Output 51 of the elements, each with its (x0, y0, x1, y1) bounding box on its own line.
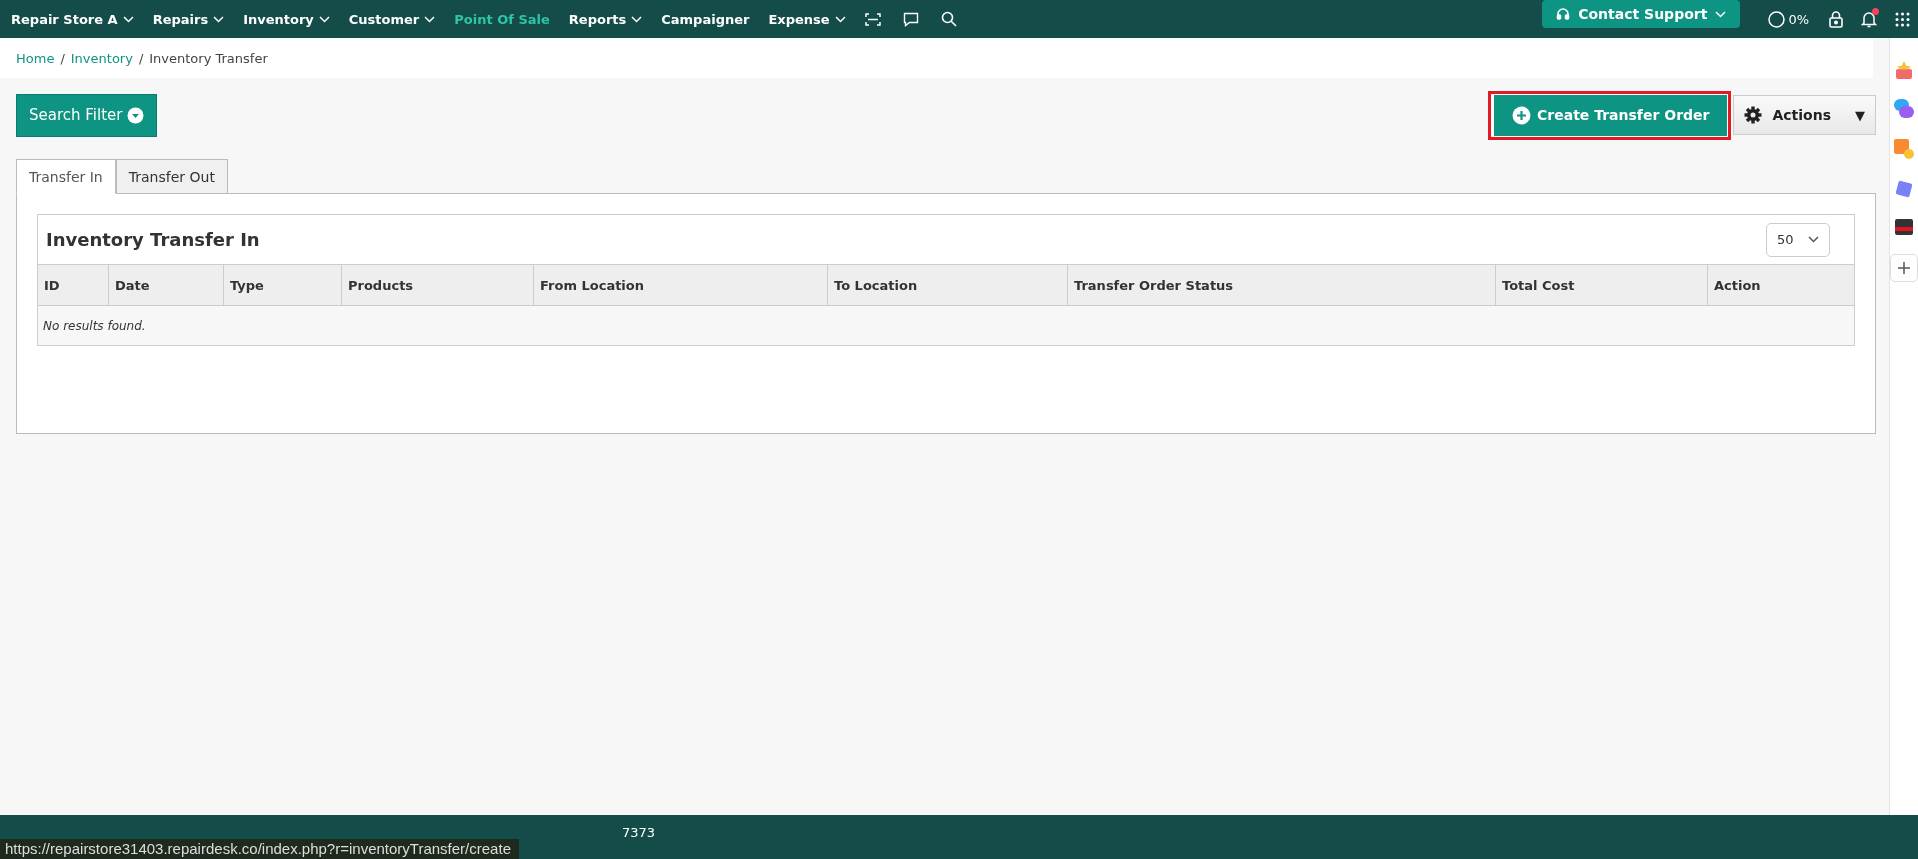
empty-message: No results found. (43, 318, 146, 333)
breadcrumb-link[interactable]: Home (16, 50, 55, 66)
column-header: Date (108, 265, 223, 305)
column-header: To Location (827, 265, 1067, 305)
chevron-down-icon (1715, 10, 1727, 18)
nav-menu-item[interactable]: Repairs (152, 11, 225, 27)
nav-menu-item[interactable]: Inventory (243, 11, 330, 27)
breadcrumb-separator: / (138, 50, 144, 66)
table-title: Inventory Transfer In (46, 229, 260, 250)
nav-menu-item[interactable]: Repair Store A (11, 11, 134, 27)
contact-support-button[interactable]: Contact Support (1542, 0, 1741, 28)
card-icon[interactable] (1894, 218, 1914, 236)
tab[interactable]: Transfer In (16, 159, 116, 194)
search-icon[interactable] (940, 11, 957, 27)
column-header: Products (341, 265, 533, 305)
progress-ring-icon (1768, 10, 1786, 28)
nav-menu-item[interactable]: Reports (568, 11, 643, 27)
breadcrumb-separator: / (60, 50, 65, 66)
chat-icon[interactable] (902, 11, 919, 27)
column-header: Action (1707, 265, 1854, 305)
plus-icon (1897, 261, 1911, 275)
status-url: https://repairstore31403.repairdesk.co/index.php?r=inventoryTransfer/create (0, 839, 519, 859)
gear-icon (1744, 106, 1763, 124)
caret-icon (127, 106, 145, 124)
nav-menu-item[interactable]: Campaigner (661, 11, 750, 27)
lock-icon[interactable] (1829, 10, 1843, 28)
add-button[interactable] (1890, 254, 1918, 282)
page-size-select[interactable]: 50 (1766, 222, 1830, 257)
footer-text: 7373 (622, 825, 656, 840)
search-filter-button[interactable]: Search Filter (16, 93, 158, 137)
apps-grid-icon[interactable] (1895, 11, 1910, 27)
gift-icon[interactable] (1894, 60, 1914, 80)
chevron-down-icon (1808, 236, 1819, 243)
column-header: Type (223, 265, 341, 305)
chat-bubbles-icon[interactable] (1893, 98, 1915, 120)
nav-menu-item[interactable]: Point Of Sale (454, 11, 550, 27)
column-header: Total Cost (1495, 265, 1707, 305)
progress-percent: 0% (1788, 11, 1809, 27)
bell-icon[interactable] (1861, 10, 1877, 28)
actions-button[interactable]: Actions ▼ (1733, 95, 1876, 135)
column-header: ID (43, 276, 61, 295)
breadcrumb-current: Inventory Transfer (149, 50, 268, 66)
scan-icon[interactable] (864, 11, 881, 27)
tab[interactable]: Transfer Out (115, 159, 228, 194)
nav-menu-item[interactable]: Expense (768, 11, 846, 27)
breadcrumb-link[interactable]: Inventory (70, 50, 133, 66)
headset-icon (1556, 7, 1571, 21)
nav-menu-item[interactable]: Customer (348, 11, 436, 27)
column-header: Transfer Order Status (1067, 265, 1495, 305)
column-header: From Location (533, 265, 827, 305)
plus-circle-icon (1512, 105, 1531, 125)
